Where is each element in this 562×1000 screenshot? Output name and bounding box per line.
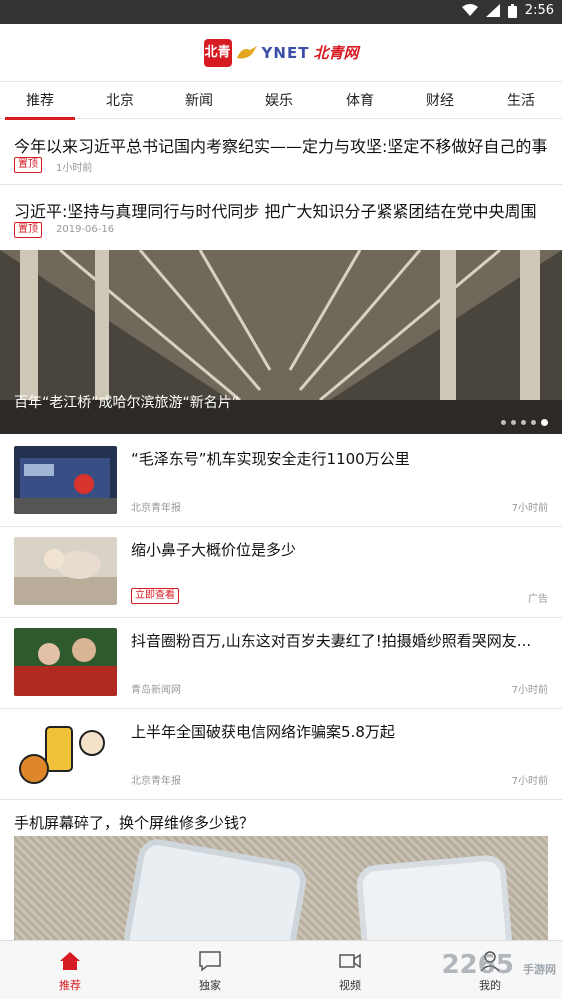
logo-latin: YNET — [261, 43, 310, 62]
tab-finance[interactable]: 财经 — [405, 83, 475, 119]
carousel-dot-active[interactable] — [541, 419, 548, 426]
article-time: 1小时前 — [56, 163, 93, 174]
watermark: 2265 手游网 — [442, 950, 556, 980]
tab-life[interactable]: 生活 — [486, 83, 556, 119]
logo-badge: 北青 — [203, 38, 232, 67]
wifi-icon — [461, 4, 478, 16]
app-header: 北青 YNET 北青网 — [0, 24, 562, 82]
news-title: 缩小鼻子大概价位是多少 — [131, 541, 297, 559]
news-time: 7小时前 — [511, 685, 548, 696]
tab-beijing[interactable]: 北京 — [85, 83, 155, 119]
status-bar: 2:56 — [0, 0, 562, 24]
pinned-badge: 置顶 — [14, 157, 42, 173]
divider — [0, 184, 562, 185]
carousel-dot[interactable] — [501, 420, 506, 425]
clock: 2:56 — [524, 3, 554, 18]
article-title: 习近平:坚持与真理同行与时代同步 把广大知识分子紧紧团结在党中央周围 — [14, 202, 537, 221]
signal-icon — [485, 4, 500, 17]
carousel-dots — [501, 419, 548, 426]
watermark-sub: 手游网 — [523, 963, 556, 976]
news-item-1[interactable]: “毛泽东号”机车实现安全走行1100万公里 北京青年报 7小时前 — [0, 436, 562, 526]
hero-caption: 百年“老江桥”成哈尔滨旅游“新名片” — [14, 395, 240, 411]
ad-thumbnail — [14, 537, 117, 605]
nav-label: 视频 — [339, 979, 361, 992]
ad-item[interactable]: 缩小鼻子大概价位是多少 立即查看 广告 — [0, 527, 562, 617]
news-source: 北京青年报 — [131, 776, 181, 787]
news-time: 7小时前 — [511, 503, 548, 514]
news-title: 抖音圈粉百万,山东这对百岁夫妻红了!拍摄婚纱照看哭网友... — [131, 632, 532, 650]
news-title: 手机屏幕碎了，换个屏维修多少钱？ — [14, 814, 255, 832]
nav-label: 推荐 — [59, 979, 81, 992]
news-source: 青岛新闻网 — [131, 685, 181, 696]
ynet-logo[interactable]: 北青 YNET 北青网 — [203, 38, 359, 67]
video-icon — [339, 953, 361, 969]
train-thumbnail — [14, 446, 117, 514]
bird-icon — [236, 45, 257, 58]
nav-label: 独家 — [199, 979, 221, 992]
view-now-button[interactable]: 立即查看 — [131, 588, 179, 604]
news-title: “毛泽东号”机车实现安全走行1100万公里 — [131, 450, 410, 468]
category-tabs: 推荐 北京 新闻 娱乐 体育 财经 生活 — [0, 83, 562, 120]
news-item-4[interactable]: 上半年全国破获电信网络诈骗案5.8万起 北京青年报 7小时前 — [0, 709, 562, 799]
nav-recommend[interactable]: 推荐 — [20, 941, 120, 1000]
tab-sports[interactable]: 体育 — [325, 83, 395, 119]
news-source: 北京青年报 — [131, 503, 181, 514]
tab-news[interactable]: 新闻 — [164, 83, 234, 119]
home-icon — [60, 952, 80, 970]
cartoon-thumbnail — [14, 719, 117, 787]
nav-video[interactable]: 视频 — [300, 941, 400, 1000]
carousel-dot[interactable] — [511, 420, 516, 425]
nav-exclusive[interactable]: 独家 — [160, 941, 260, 1000]
news-title: 上半年全国破获电信网络诈骗案5.8万起 — [131, 723, 395, 741]
chat-icon — [199, 951, 221, 972]
carousel-dot[interactable] — [531, 420, 536, 425]
couple-thumbnail — [14, 628, 117, 696]
divider — [0, 799, 562, 800]
ad-label: 广告 — [528, 594, 548, 605]
battery-icon — [507, 3, 517, 18]
article-title: 今年以来习近平总书记国内考察纪实——定力与攻坚:坚定不移做好自己的事 — [14, 137, 548, 156]
watermark-main: 2265 — [441, 950, 514, 980]
pinned-badge: 置顶 — [14, 222, 42, 238]
tab-entertainment[interactable]: 娱乐 — [244, 83, 314, 119]
carousel-dot[interactable] — [521, 420, 526, 425]
article-time: 2019-06-16 — [56, 224, 115, 235]
logo-cn: 北青网 — [313, 44, 359, 62]
tab-recommend[interactable]: 推荐 — [5, 83, 75, 120]
hero-carousel[interactable]: 百年“老江桥”成哈尔滨旅游“新名片” — [0, 250, 562, 434]
news-item-3[interactable]: 抖音圈粉百万,山东这对百岁夫妻红了!拍摄婚纱照看哭网友... 青岛新闻网 7小时… — [0, 618, 562, 708]
news-time: 7小时前 — [511, 776, 548, 787]
